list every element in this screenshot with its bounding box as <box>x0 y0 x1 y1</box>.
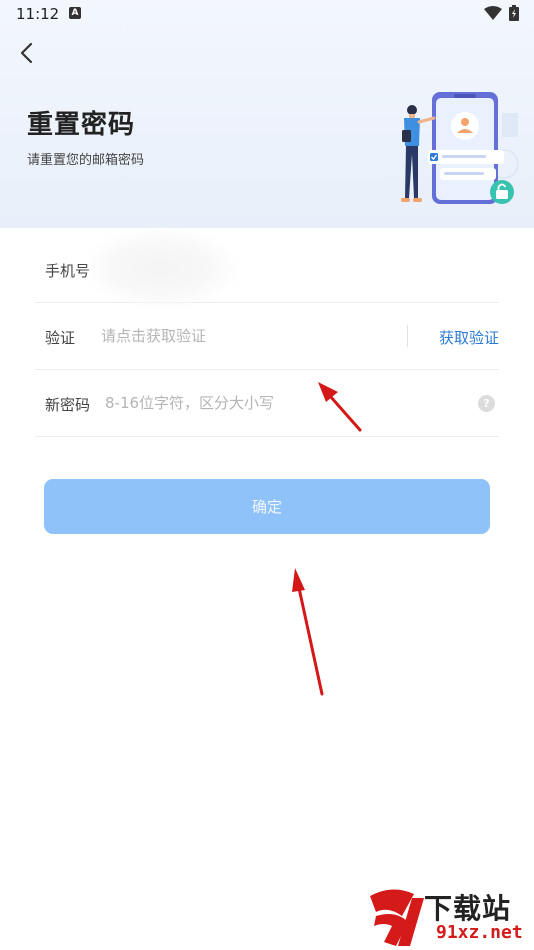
page-subtitle: 请重置您的邮箱密码 <box>27 153 145 168</box>
watermark-logo-icon <box>370 889 424 946</box>
code-input[interactable] <box>101 321 391 351</box>
back-icon[interactable] <box>16 40 38 66</box>
new-password-input[interactable] <box>105 388 395 418</box>
battery-icon <box>509 5 519 21</box>
status-time: 11:12 <box>16 5 60 23</box>
code-divider <box>407 325 408 347</box>
password-row: 新密码 ? <box>35 370 499 437</box>
site-watermark: 下载站 91xz.net <box>362 886 532 948</box>
get-code-button[interactable]: 获取验证 <box>439 327 499 348</box>
confirm-button[interactable]: 确定 <box>44 479 490 534</box>
reset-password-form: 手机号 验证 获取验证 新密码 ? <box>35 228 499 437</box>
watermark-text-top: 下载站 <box>424 892 512 925</box>
password-label: 新密码 <box>45 396 91 414</box>
status-bar: 11:12 A <box>0 0 534 30</box>
page-title: 重置密码 <box>27 110 136 140</box>
phone-label: 手机号 <box>45 262 91 280</box>
notification-a-icon: A <box>69 7 81 19</box>
wifi-icon <box>484 6 502 20</box>
help-icon[interactable]: ? <box>478 395 495 412</box>
arrow-to-confirm-button <box>292 568 324 696</box>
code-label: 验证 <box>45 329 76 347</box>
phone-row: 手机号 <box>35 228 499 308</box>
reset-password-illustration <box>401 92 519 204</box>
code-row: 验证 获取验证 <box>35 303 499 370</box>
phone-value-redacted[interactable] <box>87 228 237 308</box>
watermark-text-bottom: 91xz.net <box>436 922 523 943</box>
